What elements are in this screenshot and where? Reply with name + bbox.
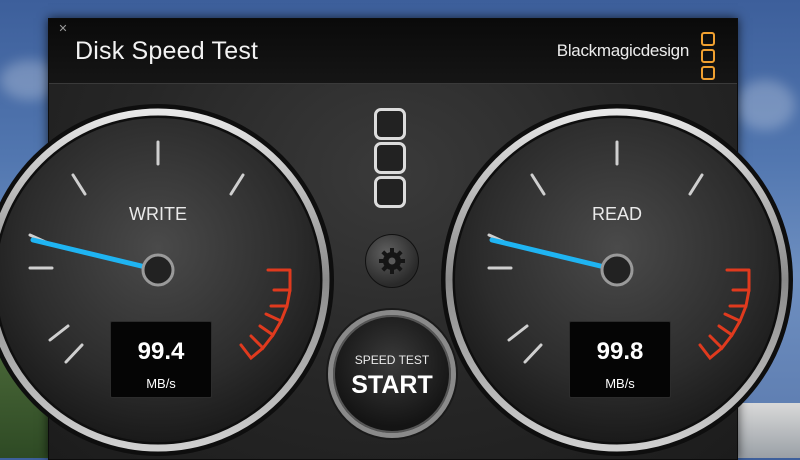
start-button-label: START — [351, 371, 433, 399]
write-label: WRITE — [129, 204, 187, 224]
write-speed-value: 99.4 — [137, 338, 185, 365]
read-readout: 99.8 MB/s — [569, 321, 671, 398]
write-readout: 99.4 MB/s — [110, 321, 212, 398]
app-title: Disk Speed Test — [75, 37, 259, 65]
close-icon[interactable]: ✕ — [57, 23, 69, 35]
write-gauge: WRITE 99.4 MB/s — [0, 100, 338, 460]
settings-button[interactable] — [365, 234, 419, 288]
title-bar: ✕ Disk Speed Test Blackmagicdesign — [49, 19, 737, 84]
read-speed-unit: MB/s — [605, 376, 635, 391]
brand-logo-icon — [701, 32, 715, 80]
start-button-caption: SPEED TEST — [354, 353, 430, 367]
read-label: READ — [591, 204, 642, 224]
drive-selector-box-1[interactable] — [374, 108, 406, 140]
gear-icon — [379, 248, 405, 274]
read-gauge: READ 99.8 MB/s — [437, 100, 797, 460]
drive-selector-box-2[interactable] — [374, 142, 406, 174]
read-speed-value: 99.8 — [596, 338, 644, 365]
write-gauge-dial — [0, 104, 334, 456]
drive-selector-box-3[interactable] — [374, 176, 406, 208]
brand-name: Blackmagicdesign — [556, 41, 690, 60]
start-speed-test-button[interactable]: SPEED TEST START — [328, 310, 456, 438]
read-gauge-dial — [441, 104, 793, 456]
write-speed-unit: MB/s — [146, 376, 176, 391]
